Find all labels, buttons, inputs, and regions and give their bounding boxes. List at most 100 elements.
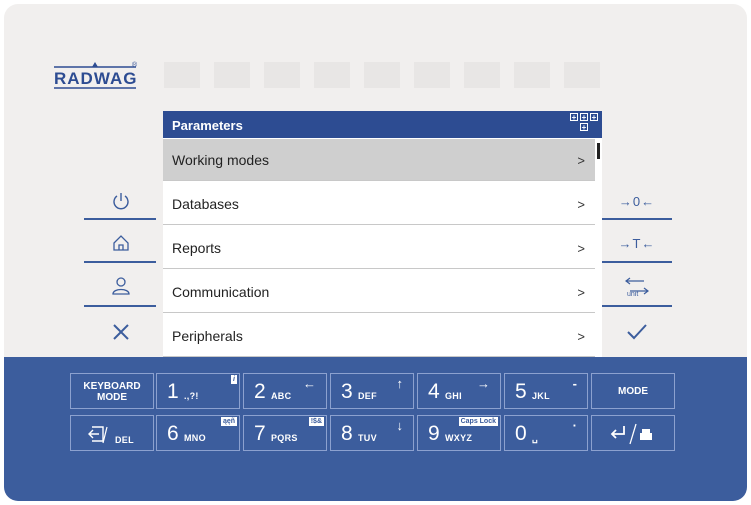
terminal-device: RADWAG ® →0← →T← unit Parameters + + + +… bbox=[4, 4, 747, 501]
key-digit: 8 bbox=[341, 422, 353, 445]
divider bbox=[84, 218, 156, 220]
divider bbox=[84, 305, 156, 307]
key-label: KEYBOARD bbox=[83, 381, 141, 392]
display-segment bbox=[464, 62, 500, 88]
key-digit: 0 bbox=[515, 422, 527, 445]
key-digit: 5 bbox=[515, 380, 527, 403]
unit-switch-icon: unit bbox=[625, 277, 649, 297]
key-2[interactable]: 2 ABC ← bbox=[243, 373, 327, 409]
space-icon: ␣ bbox=[532, 433, 539, 443]
svg-text:RADWAG: RADWAG bbox=[54, 69, 137, 88]
key-3[interactable]: 3 DEF ↑ bbox=[330, 373, 414, 409]
display-segment bbox=[364, 62, 400, 88]
key-5[interactable]: 5 JKL - bbox=[504, 373, 588, 409]
menu-item-label: Working modes bbox=[172, 152, 270, 168]
mode-key[interactable]: MODE bbox=[591, 373, 675, 409]
plus-icon: + bbox=[590, 113, 598, 122]
unit-button[interactable]: unit bbox=[600, 266, 674, 306]
key-letters: MNO bbox=[184, 433, 206, 443]
key-letters: TUV bbox=[358, 433, 377, 443]
divider bbox=[600, 305, 672, 307]
home-button[interactable] bbox=[84, 223, 158, 263]
radwag-logo: RADWAG ® bbox=[54, 61, 138, 89]
cancel-button[interactable] bbox=[84, 312, 158, 352]
enter-print-key[interactable] bbox=[591, 415, 675, 451]
special-chars-badge: ąęñ bbox=[220, 417, 237, 426]
symbols-badge: !$& bbox=[308, 417, 324, 426]
display-segment bbox=[264, 62, 300, 88]
key-8[interactable]: 8 TUV ↓ bbox=[330, 415, 414, 451]
key-0[interactable]: 0 ␣ · bbox=[504, 415, 588, 451]
divider bbox=[600, 261, 672, 263]
close-icon bbox=[113, 324, 129, 340]
menu-item-label: Communication bbox=[172, 284, 270, 300]
chevron-right-icon: > bbox=[577, 197, 585, 212]
menu-item-label: Reports bbox=[172, 240, 222, 256]
key-letters: DEF bbox=[358, 391, 377, 401]
keyboard-mode-key[interactable]: KEYBOARD MODE bbox=[70, 373, 154, 409]
svg-text:®: ® bbox=[132, 61, 138, 69]
tare-button[interactable]: →T← bbox=[600, 223, 674, 263]
power-button[interactable] bbox=[84, 181, 158, 221]
confirm-button[interactable] bbox=[600, 312, 674, 352]
chevron-right-icon: > bbox=[577, 153, 585, 168]
menu-item-peripherals[interactable]: Peripherals > bbox=[163, 315, 595, 357]
plus-icon: + bbox=[580, 113, 588, 122]
key-digit: 6 bbox=[167, 422, 179, 445]
display-segment bbox=[214, 62, 250, 88]
menu-item-databases[interactable]: Databases > bbox=[163, 183, 595, 225]
zero-button[interactable]: →0← bbox=[600, 181, 674, 221]
key-letters: ABC bbox=[271, 391, 292, 401]
menu-item-communication[interactable]: Communication > bbox=[163, 271, 595, 313]
key-9[interactable]: 9 WXYZ Caps Lock bbox=[417, 415, 501, 451]
key-letters: WXYZ bbox=[445, 433, 473, 443]
scrollbar-thumb[interactable] bbox=[597, 143, 600, 159]
key-digit: 7 bbox=[254, 422, 266, 445]
key-letters: .,?! bbox=[184, 391, 199, 401]
display-segment bbox=[164, 62, 200, 88]
backspace-icon bbox=[88, 426, 108, 444]
minus-icon: - bbox=[572, 376, 577, 391]
svg-text:unit: unit bbox=[627, 291, 638, 297]
menu-item-working-modes[interactable]: Working modes > bbox=[163, 139, 595, 181]
user-icon bbox=[112, 277, 130, 295]
key-label: MODE bbox=[618, 386, 648, 397]
zero-label: →0← bbox=[618, 193, 656, 209]
display-segment bbox=[514, 62, 550, 88]
key-label: MODE bbox=[97, 392, 127, 403]
menu-item-reports[interactable]: Reports > bbox=[163, 227, 595, 269]
display-segment bbox=[314, 62, 350, 88]
arrow-up-icon: ↑ bbox=[396, 376, 404, 391]
arrow-down-icon: ↓ bbox=[396, 418, 404, 433]
info-icon: i bbox=[231, 375, 237, 384]
key-1[interactable]: 1 .,?! i bbox=[156, 373, 240, 409]
delete-key[interactable]: DEL bbox=[70, 415, 154, 451]
divider bbox=[84, 261, 156, 263]
menu-item-label: Databases bbox=[172, 196, 239, 212]
chevron-right-icon: > bbox=[577, 285, 585, 300]
caps-lock-badge: Caps Lock bbox=[458, 417, 498, 426]
power-icon bbox=[113, 193, 129, 210]
home-icon bbox=[113, 235, 129, 251]
keypad-shortcut-icon[interactable]: + + + + bbox=[570, 113, 598, 137]
key-7[interactable]: 7 PQRS !$& bbox=[243, 415, 327, 451]
dot-icon: · bbox=[572, 418, 577, 433]
key-letters: PQRS bbox=[271, 433, 298, 443]
key-6[interactable]: 6 MNO ąęñ bbox=[156, 415, 240, 451]
enter-print-icon bbox=[610, 423, 652, 445]
key-digit: 9 bbox=[428, 422, 440, 445]
scrollbar[interactable] bbox=[595, 138, 602, 358]
user-button[interactable] bbox=[84, 266, 158, 306]
key-digit: 2 bbox=[254, 380, 266, 403]
key-digit: 1 bbox=[167, 380, 179, 403]
plus-icon: + bbox=[580, 123, 588, 132]
plus-icon: + bbox=[570, 113, 578, 122]
key-label: DEL bbox=[115, 435, 134, 445]
arrow-left-icon: ← bbox=[303, 376, 316, 391]
key-letters: JKL bbox=[532, 391, 550, 401]
chevron-right-icon: > bbox=[577, 329, 585, 344]
key-letters: GHI bbox=[445, 391, 462, 401]
key-4[interactable]: 4 GHI → bbox=[417, 373, 501, 409]
display-segment bbox=[564, 62, 600, 88]
screen-title-bar: Parameters + + + + bbox=[163, 111, 602, 138]
